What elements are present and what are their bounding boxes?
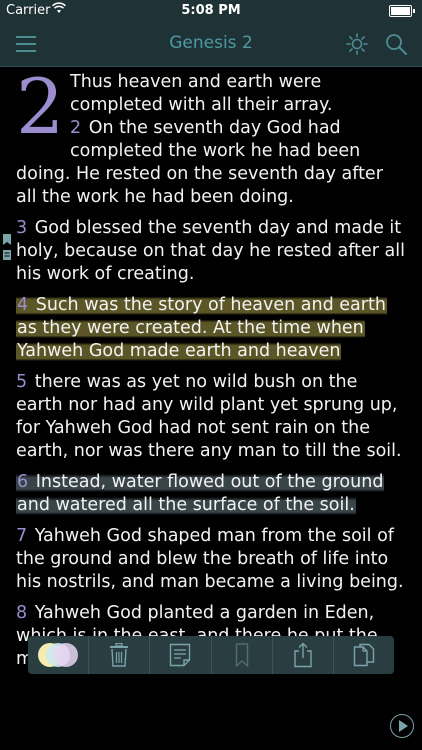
share-button[interactable] (273, 636, 334, 674)
verse-text: Yahweh God shaped man from the soil of t… (16, 526, 404, 592)
bookmark-icon (235, 643, 248, 667)
verse-1[interactable]: 2 Thus heaven and earth were completed w… (16, 67, 408, 209)
battery-icon (389, 5, 415, 17)
highlight-color-button[interactable] (28, 636, 90, 674)
share-icon (294, 642, 312, 668)
bookmark-button[interactable] (212, 636, 273, 674)
chapter-text: 2 Thus heaven and earth were completed w… (16, 67, 408, 679)
copy-icon (353, 643, 375, 667)
chapter-dropcap: 2 (16, 67, 65, 151)
verse-number: 8 (16, 603, 28, 623)
nav-bar: Genesis 2 (0, 22, 422, 67)
add-note-button[interactable] (150, 636, 212, 674)
verse-number: 7 (16, 526, 28, 546)
color-picker-icon (38, 643, 79, 667)
highlighted-verse-yellow: 4 Such was the story of heaven and earth… (16, 295, 387, 361)
verse-number: 4 (17, 295, 29, 315)
verse-text: Such was the story of heaven and earth a… (17, 295, 386, 361)
search-icon[interactable] (384, 32, 408, 56)
verse-6[interactable]: 6 Instead, water flowed out of the groun… (16, 471, 408, 517)
verse-text: Thus heaven and earth were completed wit… (70, 72, 333, 115)
bookmark-note-marker-icon[interactable] (2, 234, 12, 262)
clock: 5:08 PM (181, 3, 241, 18)
verse-number: 6 (17, 472, 29, 492)
verse-text: there was as yet no wild bush on the ear… (16, 372, 402, 461)
brightness-icon[interactable] (346, 33, 368, 55)
play-icon[interactable] (390, 714, 414, 738)
status-bar: Carrier 5:08 PM (0, 0, 422, 22)
verse-4[interactable]: 4 Such was the story of heaven and earth… (16, 294, 408, 363)
verse-text: God blessed the seventh day and made it … (16, 218, 405, 284)
verse-3[interactable]: 3 God blessed the seventh day and made i… (16, 217, 408, 286)
trash-icon (110, 643, 129, 667)
verse-5[interactable]: 5 there was as yet no wild bush on the e… (16, 371, 408, 463)
verse-number: 5 (16, 372, 28, 392)
copy-button[interactable] (334, 636, 394, 674)
verse-number: 3 (16, 218, 28, 238)
verse-7[interactable]: 7 Yahweh God shaped man from the soil of… (16, 525, 408, 594)
note-icon (170, 643, 191, 667)
highlighted-verse-gray: 6 Instead, water flowed out of the groun… (16, 472, 385, 515)
verse-action-toolbar (28, 636, 394, 674)
verse-number: 2 (70, 118, 82, 138)
delete-button[interactable] (89, 636, 151, 674)
verse-text: Instead, water flowed out of the ground … (17, 472, 384, 515)
